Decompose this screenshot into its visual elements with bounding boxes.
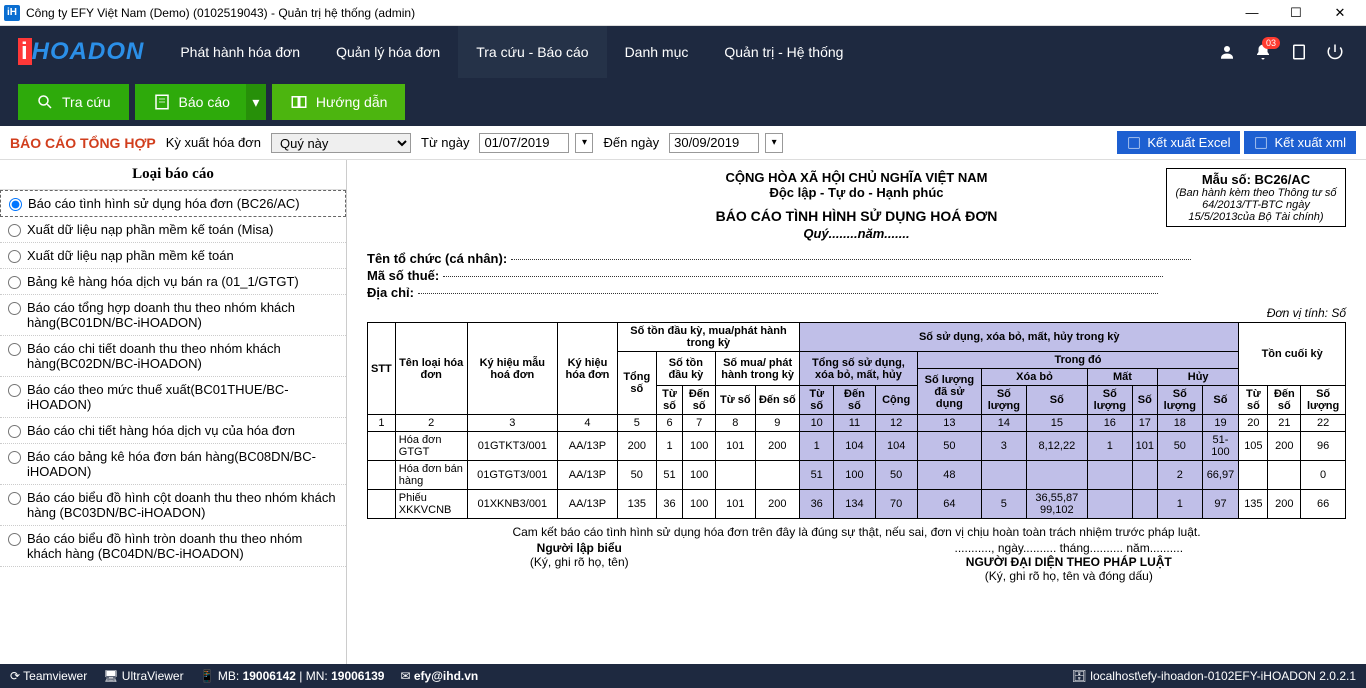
preparer-title: Người lập biểu — [537, 541, 622, 555]
table-row: Hóa đơn bán hàng01GTGT3/001AA/13P 505110… — [368, 461, 1346, 490]
report-type-option[interactable]: Báo cáo chi tiết hàng hóa dịch vụ của hó… — [0, 418, 346, 444]
nav-item[interactable]: Tra cứu - Báo cáo — [458, 26, 606, 78]
notif-badge: 03 — [1262, 37, 1280, 49]
table-row: Hóa đơn GTGT01GTKT3/001AA/13P 2001100101… — [368, 432, 1346, 461]
main-header: iHOADON Phát hành hóa đơnQuản lý hóa đơn… — [0, 26, 1366, 78]
report-type-option[interactable]: Báo cáo bảng kê hóa đơn bán hàng(BC08DN/… — [0, 444, 346, 485]
date-line: ..........., ngày.......... tháng.......… — [955, 541, 1184, 555]
report-type-option[interactable]: Xuất dữ liệu nạp phần mềm kế toán — [0, 243, 346, 269]
toolbar: Tra cứu Báo cáo ▾ Hướng dẫn — [0, 78, 1366, 126]
form-note: (Ban hành kèm theo Thông tư số 64/2013/T… — [1175, 187, 1336, 223]
form-code: Mẫu số: BC26/AC — [1202, 172, 1310, 187]
filter-title: BÁO CÁO TỔNG HỢP — [10, 135, 156, 151]
user-icon[interactable] — [1216, 41, 1238, 63]
report-type-option[interactable]: Báo cáo biểu đồ hình tròn doanh thu theo… — [0, 526, 346, 567]
nav-item[interactable]: Quản lý hóa đơn — [318, 26, 458, 78]
nav-item[interactable]: Phát hành hóa đơn — [162, 26, 318, 78]
guide-button[interactable]: Hướng dẫn — [272, 84, 405, 120]
report-label: Báo cáo — [179, 94, 230, 110]
report-table: STTTên loại hóa đơnKý hiệu mẫu hoá đơnKý… — [367, 322, 1346, 519]
status-bar: ⟳ Teamviewer 🖥 UltraViewer 📱 MB: 1900614… — [0, 664, 1366, 688]
from-date-picker-icon[interactable]: ▾ — [575, 133, 593, 153]
report-type-option[interactable]: Bảng kê hàng hóa dịch vụ bán ra (01_1/GT… — [0, 269, 346, 295]
logo: iHOADON — [0, 38, 162, 66]
filter-bar: BÁO CÁO TỔNG HỢP Kỳ xuất hóa đơn Quý này… — [0, 126, 1366, 160]
titlebar-text: Công ty EFY Việt Nam (Demo) (0102519043)… — [26, 6, 415, 20]
from-label: Từ ngày — [421, 135, 469, 150]
report-button[interactable]: Báo cáo ▾ — [135, 84, 266, 120]
report-type-option[interactable]: Báo cáo chi tiết doanh thu theo nhóm khá… — [0, 336, 346, 377]
from-date-input[interactable] — [479, 133, 569, 153]
report-type-option[interactable]: Xuất dữ liệu nạp phần mềm kế toán (Misa) — [0, 217, 346, 243]
commitment: Cam kết báo cáo tình hình sử dụng hóa đơ… — [367, 525, 1346, 539]
guide-label: Hướng dẫn — [316, 94, 387, 110]
period-label: Kỳ xuất hóa đơn — [166, 135, 261, 150]
report-type-option[interactable]: Báo cáo tình hình sử dụng hóa đơn (BC26/… — [0, 190, 346, 217]
nav-item[interactable]: Danh mục — [607, 26, 707, 78]
tax-label: Mã số thuế: — [367, 268, 439, 283]
notification-icon[interactable]: 03 — [1252, 41, 1274, 63]
rep-sub: (Ký, ghi rõ họ, tên và đóng dấu) — [985, 569, 1153, 583]
org-label: Tên tổ chức (cá nhân): — [367, 251, 507, 266]
report-preview: Mẫu số: BC26/AC (Ban hành kèm theo Thông… — [347, 160, 1366, 664]
status-phone: 📱 MB: 19006142 | MN: 19006139 — [200, 669, 385, 683]
app-icon: iH — [4, 5, 20, 21]
titlebar: iH Công ty EFY Việt Nam (Demo) (01025190… — [0, 0, 1366, 26]
to-date-input[interactable] — [669, 133, 759, 153]
clipboard-icon[interactable] — [1288, 41, 1310, 63]
period-select[interactable]: Quý này — [271, 133, 411, 153]
export-xml-button[interactable]: Kết xuất xml — [1244, 131, 1356, 154]
report-type-sidebar: Loại báo cáo Báo cáo tình hình sử dụng h… — [0, 160, 347, 664]
maximize-button[interactable]: ☐ — [1274, 0, 1318, 26]
report-type-option[interactable]: Báo cáo theo mức thuế xuất(BC01THUE/BC-i… — [0, 377, 346, 418]
power-icon[interactable] — [1324, 41, 1346, 63]
teamviewer-link[interactable]: ⟳ Teamviewer — [10, 669, 87, 683]
rep-title: NGƯỜI ĐẠI DIỆN THEO PHÁP LUẬT — [966, 555, 1172, 569]
to-label: Đến ngày — [603, 135, 659, 150]
status-db: 🗄 localhost\efy-ihoadon-0102EFY-iHOADON … — [1072, 669, 1356, 683]
export-excel-button[interactable]: Kết xuất Excel — [1117, 131, 1240, 154]
report-caret-icon[interactable]: ▾ — [246, 84, 266, 120]
main-nav: Phát hành hóa đơnQuản lý hóa đơnTra cứu … — [162, 26, 861, 78]
ultraviewer-link[interactable]: 🖥 UltraViewer — [103, 669, 183, 683]
form-code-box: Mẫu số: BC26/AC (Ban hành kèm theo Thông… — [1166, 168, 1346, 227]
table-row: Phiếu XKKVCNB01XKNB3/001AA/13P 135361001… — [368, 490, 1346, 519]
search-label: Tra cứu — [62, 94, 111, 110]
nav-item[interactable]: Quản trị - Hệ thống — [706, 26, 861, 78]
preparer-sub: (Ký, ghi rõ họ, tên) — [530, 555, 629, 569]
sidebar-title: Loại báo cáo — [0, 160, 346, 190]
report-quarter: Quý........năm....... — [367, 226, 1346, 241]
report-type-option[interactable]: Báo cáo biểu đồ hình cột doanh thu theo … — [0, 485, 346, 526]
report-type-option[interactable]: Báo cáo tổng hợp doanh thu theo nhóm khá… — [0, 295, 346, 336]
unit-label: Đơn vị tính: Số — [367, 306, 1346, 320]
status-email: ✉ efy@ihd.vn — [400, 669, 478, 683]
close-button[interactable]: ✕ — [1318, 0, 1362, 26]
to-date-picker-icon[interactable]: ▾ — [765, 133, 783, 153]
addr-label: Địa chỉ: — [367, 285, 414, 300]
minimize-button[interactable]: ― — [1230, 0, 1274, 26]
search-button[interactable]: Tra cứu — [18, 84, 129, 120]
